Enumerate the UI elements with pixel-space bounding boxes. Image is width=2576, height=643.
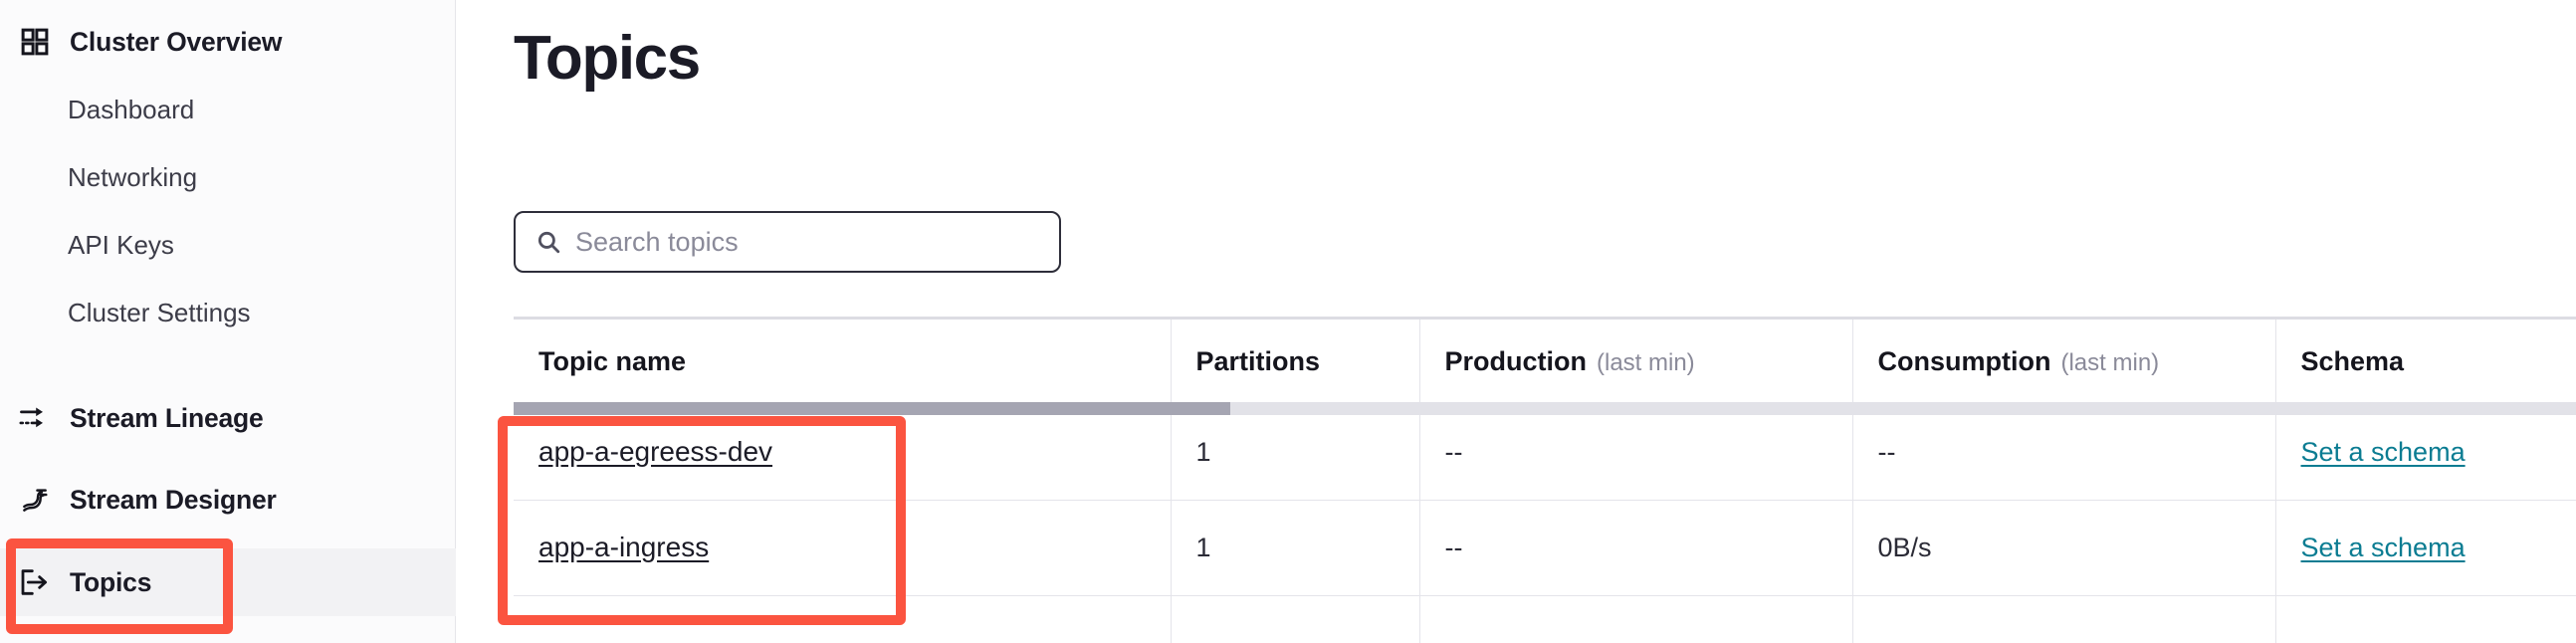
cell-consumption [1852,595,2276,643]
cell-production [1419,595,1853,643]
cell-production: -- [1419,500,1853,595]
sidebar-item-stream-designer[interactable]: Stream Designer [0,466,456,534]
arrows-lineage-icon [18,401,52,435]
page-title: Topics [514,24,701,93]
sidebar-item-label: Topics [70,566,152,597]
cell-consumption: 0B/s [1852,500,2276,595]
sidebar: Cluster Overview Dashboard Networking AP… [0,0,456,643]
sidebar-item-networking[interactable]: Networking [0,143,456,211]
topic-exit-icon [18,565,52,599]
sidebar-item-topics[interactable]: Topics [0,548,456,616]
set-a-schema-link[interactable]: Set a schema [2301,533,2466,562]
cell-topic-name: app-a-ingress [514,500,1172,595]
main-content: Topics Topic name [456,0,2576,643]
cell-topic-name [514,595,1172,643]
column-header-partitions[interactable]: Partitions [1171,320,1420,404]
sidebar-item-stream-lineage[interactable]: Stream Lineage [0,384,456,452]
cell-partitions: 1 [1171,500,1420,595]
stream-designer-icon [18,483,52,517]
topic-name-link[interactable]: app-a-egreess-dev [538,436,772,467]
column-header-production[interactable]: Production (last min) [1419,320,1853,404]
sidebar-item-label: Stream Designer [70,484,277,515]
table-header-row: Topic name Partitions Production (last mi… [514,320,2576,404]
app-root: Cluster Overview Dashboard Networking AP… [0,0,2576,643]
column-header-topic-name[interactable]: Topic name [514,320,1172,404]
search-input[interactable] [575,213,1041,271]
horizontal-scrollbar-track[interactable] [514,402,2576,415]
column-header-label: Schema [2300,345,2405,376]
cell-partitions: 1 [1171,404,1420,500]
horizontal-scrollbar-thumb[interactable] [514,402,1230,415]
cell-schema: Set a schema [2275,500,2576,595]
cell-schema [2275,595,2576,643]
topics-table: Topic name Partitions Production (last mi… [514,320,2576,643]
search-topics-box[interactable] [514,211,1061,273]
grid-icon [18,25,52,59]
sidebar-item-cluster-settings[interactable]: Cluster Settings [0,279,456,346]
sidebar-item-label: API Keys [68,230,174,260]
column-header-sublabel: (last min) [2060,348,2160,376]
table-row[interactable]: app-a-egreess-dev 1 -- -- Set a schema [514,404,2576,500]
table-row[interactable] [514,595,2576,643]
topics-table-container: Topic name Partitions Production (last mi… [514,317,2576,643]
column-header-sublabel: (last min) [1597,348,1695,376]
topic-name-link[interactable]: app-a-ingress [538,532,709,562]
cell-schema: Set a schema [2275,404,2576,500]
set-a-schema-link[interactable]: Set a schema [2301,437,2466,467]
column-header-label: Topic name [538,345,687,376]
search-icon [534,227,563,257]
sidebar-item-cluster-overview[interactable]: Cluster Overview [0,8,456,76]
column-header-schema[interactable]: Schema [2275,320,2576,404]
cell-topic-name: app-a-egreess-dev [514,404,1172,500]
sidebar-item-label: Stream Lineage [70,402,264,433]
cell-consumption: -- [1852,404,2276,500]
cell-partitions [1171,595,1420,643]
table-row[interactable]: app-a-ingress 1 -- 0B/s Set a schema [514,500,2576,595]
sidebar-item-label: Dashboard [68,95,195,124]
column-header-label: Consumption [1877,345,2051,376]
cell-production: -- [1419,404,1853,500]
sidebar-item-api-keys[interactable]: API Keys [0,211,456,279]
sidebar-item-label: Cluster Overview [70,26,283,57]
sidebar-item-label: Cluster Settings [68,298,251,327]
column-header-label: Partitions [1195,345,1321,376]
sidebar-item-label: Networking [68,162,198,192]
column-header-label: Production [1444,345,1588,376]
column-header-consumption[interactable]: Consumption (last min) [1852,320,2276,404]
sidebar-item-dashboard[interactable]: Dashboard [0,76,456,143]
